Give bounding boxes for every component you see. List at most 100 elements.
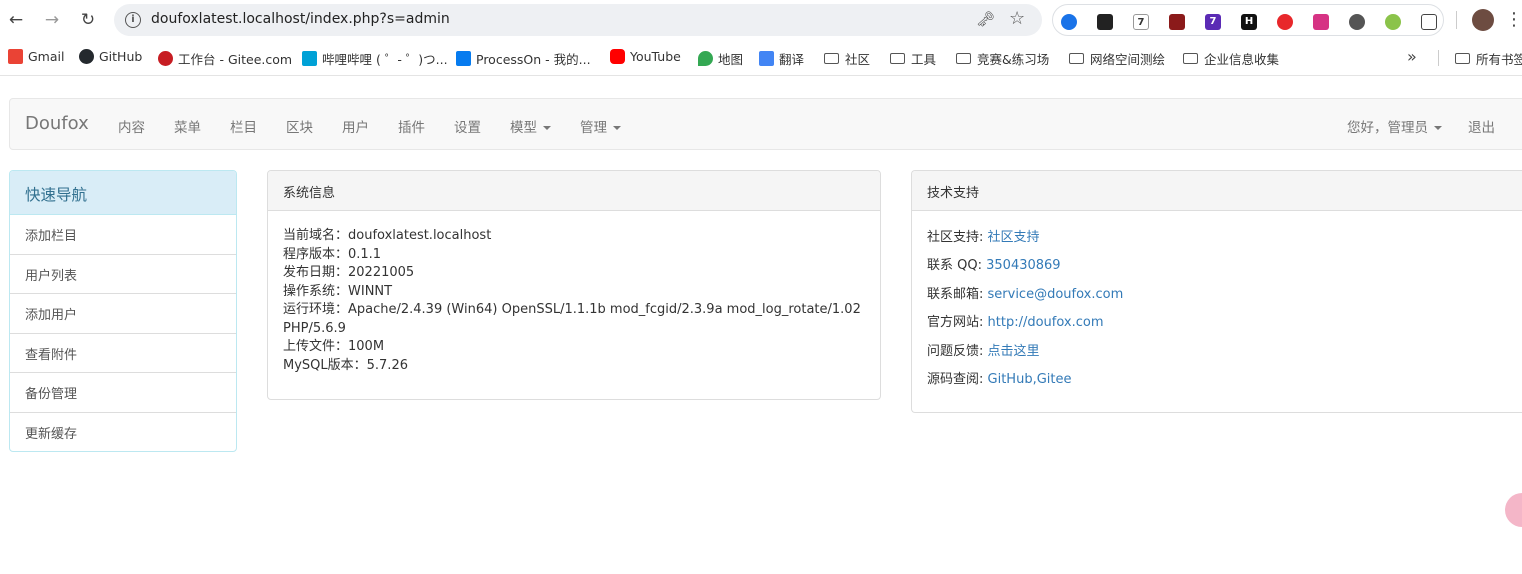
website-link[interactable]: http://doufox.com xyxy=(988,315,1104,330)
tech-support-title: 技术支持 xyxy=(912,171,1522,211)
quick-nav-add-user[interactable]: 添加用户 xyxy=(10,294,236,334)
nav-link-content[interactable]: 内容 xyxy=(118,116,145,136)
nav-link-settings[interactable]: 设置 xyxy=(454,116,481,136)
system-info-panel: 系统信息 当前域名：doufoxlatest.localhost 程序版本：0.… xyxy=(267,170,881,400)
brand-logo[interactable]: Doufox xyxy=(25,113,89,134)
email-link[interactable]: service@doufox.com xyxy=(988,287,1124,302)
map-pin-icon xyxy=(698,51,713,66)
all-bookmarks[interactable]: 所有书签 xyxy=(1455,49,1522,68)
reload-icon[interactable]: ↻ xyxy=(76,8,100,32)
gmail-icon xyxy=(8,49,23,64)
url-text[interactable]: doufoxlatest.localhost/index.php?s=admin xyxy=(151,11,450,27)
info-os: 操作系统：WINNT xyxy=(283,283,393,299)
bookmarks-divider xyxy=(1438,50,1439,66)
bookmark-gmail[interactable]: Gmail xyxy=(8,49,64,64)
quick-nav-add-category[interactable]: 添加栏目 xyxy=(10,215,236,255)
github-icon xyxy=(79,49,94,64)
quick-nav-user-list[interactable]: 用户列表 xyxy=(10,255,236,294)
back-arrow-icon[interactable]: ← xyxy=(4,8,28,32)
info-environment: 运行环境：Apache/2.4.39 (Win64) OpenSSL/1.1.1… xyxy=(283,302,861,317)
user-menu-dropdown[interactable]: 您好，管理员 xyxy=(1347,116,1442,136)
address-bar[interactable]: i doufoxlatest.localhost/index.php?s=adm… xyxy=(114,4,1042,36)
youtube-icon xyxy=(610,49,625,64)
forward-arrow-icon[interactable]: → xyxy=(40,8,64,32)
extension-icon[interactable]: H xyxy=(1241,14,1257,30)
extension-icon[interactable]: 7 xyxy=(1133,14,1149,30)
bookmark-folder[interactable]: 网络空间测绘 xyxy=(1069,49,1165,68)
nav-link-menu[interactable]: 菜单 xyxy=(174,116,201,136)
nav-dropdown-manage[interactable]: 管理 xyxy=(580,116,621,136)
system-info-body: 当前域名：doufoxlatest.localhost 程序版本：0.1.1 发… xyxy=(268,211,880,391)
folder-icon xyxy=(1455,53,1470,64)
folder-icon xyxy=(824,53,839,64)
support-row: 官方网站: http://doufox.com xyxy=(927,315,1104,331)
nav-link-users[interactable]: 用户 xyxy=(342,116,369,136)
puzzle-icon[interactable] xyxy=(1421,14,1437,30)
more-bookmarks-icon[interactable]: » xyxy=(1407,47,1417,66)
extension-icon[interactable] xyxy=(1097,14,1113,30)
nav-link-plugins[interactable]: 插件 xyxy=(398,116,425,136)
extension-icon[interactable] xyxy=(1061,14,1077,30)
info-mysql-version: MySQL版本：5.7.26 xyxy=(283,357,408,373)
logout-link[interactable]: 退出 xyxy=(1468,116,1495,136)
bookmark-gitee[interactable]: 工作台 - Gitee.com xyxy=(158,49,292,68)
bookmark-folder[interactable]: 企业信息收集 xyxy=(1183,49,1279,68)
nav-dropdown-model[interactable]: 模型 xyxy=(510,116,551,136)
browser-toolbar: ← → ↻ i doufoxlatest.localhost/index.php… xyxy=(0,0,1522,40)
password-key-icon[interactable]: 🗝 xyxy=(976,10,995,28)
extension-icon[interactable] xyxy=(1349,14,1365,30)
menu-dots-icon[interactable]: ⋮ xyxy=(1505,9,1522,30)
caret-down-icon xyxy=(1434,126,1442,130)
support-row: 联系 QQ: 350430869 xyxy=(927,258,1061,274)
bookmark-folder[interactable]: 社区 xyxy=(824,49,870,68)
profile-avatar[interactable] xyxy=(1472,9,1494,31)
quick-nav-backup[interactable]: 备份管理 xyxy=(10,373,236,413)
quick-nav-refresh-cache[interactable]: 更新缓存 xyxy=(10,413,236,452)
bookmark-bilibili[interactable]: 哔哩哔哩 ( ゜- ゜)つ... xyxy=(302,49,448,68)
bookmark-processon[interactable]: ProcessOn - 我的... xyxy=(456,49,591,68)
admin-navbar: Doufox 内容 菜单 栏目 区块 用户 插件 设置 模型 管理 您好，管理员… xyxy=(9,98,1522,150)
bookmark-folder[interactable]: 工具 xyxy=(890,49,936,68)
folder-icon xyxy=(890,53,905,64)
bilibili-icon xyxy=(302,51,317,66)
folder-icon xyxy=(1069,53,1084,64)
nav-link-block[interactable]: 区块 xyxy=(286,116,313,136)
gitee-icon xyxy=(158,51,173,66)
processon-icon xyxy=(456,51,471,66)
floating-helper-icon[interactable] xyxy=(1505,493,1522,527)
feedback-link[interactable]: 点击这里 xyxy=(988,344,1040,359)
bookmark-translate[interactable]: 翻译 xyxy=(759,49,804,68)
tech-support-body: 社区支持: 社区支持 联系 QQ: 350430869 联系邮箱: servic… xyxy=(912,211,1522,404)
nav-link-category[interactable]: 栏目 xyxy=(230,116,257,136)
qq-link[interactable]: 350430869 xyxy=(986,258,1060,273)
toolbar-divider xyxy=(1456,11,1457,29)
system-info-title: 系统信息 xyxy=(268,171,880,211)
info-php-version: PHP/5.6.9 xyxy=(283,320,346,336)
caret-down-icon xyxy=(543,126,551,130)
info-upload-limit: 上传文件：100M xyxy=(283,339,385,354)
extension-icon[interactable] xyxy=(1385,14,1401,30)
support-row: 问题反馈: 点击这里 xyxy=(927,343,1040,359)
bookmark-maps[interactable]: 地图 xyxy=(698,49,743,68)
extension-icon[interactable] xyxy=(1169,14,1185,30)
extension-icon[interactable] xyxy=(1313,14,1329,30)
quick-nav-attachments[interactable]: 查看附件 xyxy=(10,334,236,373)
community-link[interactable]: 社区支持 xyxy=(988,230,1040,245)
translate-icon xyxy=(759,51,774,66)
quick-nav-title: 快速导航 xyxy=(10,171,236,215)
source-code-link[interactable]: GitHub,Gitee xyxy=(988,372,1072,387)
site-info-icon[interactable]: i xyxy=(125,12,141,28)
info-version: 程序版本：0.1.1 xyxy=(283,246,382,262)
extension-icon[interactable] xyxy=(1277,14,1293,30)
info-release-date: 发布日期：20221005 xyxy=(283,265,415,280)
folder-icon xyxy=(1183,53,1198,64)
bookmark-github[interactable]: GitHub xyxy=(79,49,142,64)
support-row: 源码查阅: GitHub,Gitee xyxy=(927,371,1072,387)
extension-icon[interactable]: 7 xyxy=(1205,14,1221,30)
support-row: 社区支持: 社区支持 xyxy=(927,230,1040,245)
bookmark-youtube[interactable]: YouTube xyxy=(610,49,681,64)
bookmark-folder[interactable]: 竞赛&练习场 xyxy=(956,49,1049,68)
info-domain: 当前域名：doufoxlatest.localhost xyxy=(283,228,492,243)
bookmark-star-icon[interactable]: ☆ xyxy=(1009,8,1025,29)
tech-support-panel: 技术支持 社区支持: 社区支持 联系 QQ: 350430869 联系邮箱: s… xyxy=(911,170,1522,413)
